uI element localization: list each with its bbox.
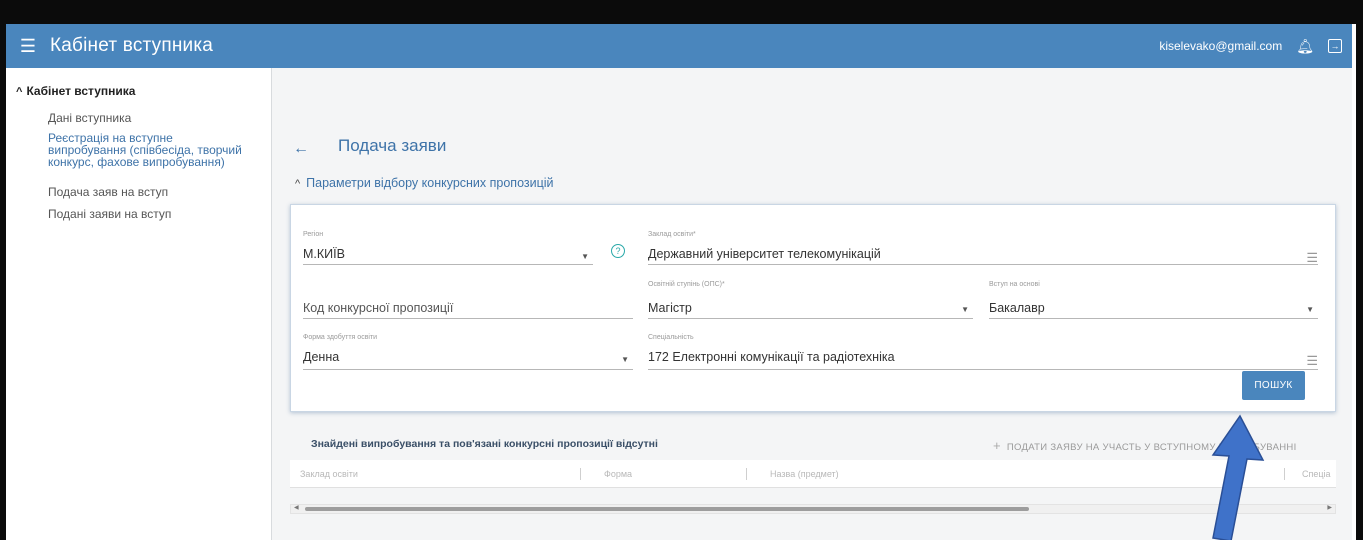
page-title: Подача заяви xyxy=(338,136,447,155)
chevron-up-icon: ^ xyxy=(16,86,23,98)
education-level-label: Освітній ступінь (ОПС)* xyxy=(648,281,725,288)
specialty-value: 172 Електронні комунікації та радіотехні… xyxy=(648,350,895,364)
institution-label: Заклад освіти* xyxy=(648,231,696,238)
vertical-scrollbar[interactable] xyxy=(1352,24,1356,540)
field-underline xyxy=(648,369,1318,370)
dropdown-arrow-icon: ▼ xyxy=(961,305,969,314)
results-table-header: Заклад освіти Форма Назва (предмет) Спец… xyxy=(290,460,1336,488)
browser-viewport: ☰ Кабінет вступника kiselevako@gmail.com… xyxy=(6,24,1356,540)
field-underline xyxy=(989,318,1318,319)
entry-basis-value: Бакалавр xyxy=(989,301,1045,315)
region-select[interactable]: Регіон М.КИЇВ ▼ xyxy=(303,231,593,265)
sidebar-header[interactable]: ^ Кабінет вступника xyxy=(16,84,135,98)
scroll-left-icon[interactable]: ◀ xyxy=(294,504,299,511)
specialty-field[interactable]: Спеціальність 172 Електронні комунікації… xyxy=(648,334,1318,370)
field-underline xyxy=(303,264,593,265)
offer-code-input[interactable]: Код конкурсної пропозиції xyxy=(303,281,633,319)
sidebar: ^ Кабінет вступника Дані вступника Реєстр… xyxy=(6,68,272,540)
section-title: Параметри відбору конкурсних пропозицій xyxy=(306,176,554,190)
sidebar-item-applicant-data[interactable]: Дані вступника xyxy=(48,112,131,124)
offer-code-placeholder: Код конкурсної пропозиції xyxy=(303,301,454,315)
entry-basis-select[interactable]: Вступ на основі Бакалавр ▼ xyxy=(989,281,1318,319)
column-divider xyxy=(1284,468,1285,480)
help-icon[interactable]: ? xyxy=(611,244,625,258)
sidebar-header-label: Кабінет вступника xyxy=(26,84,136,98)
search-parameters-panel: Регіон М.КИЇВ ▼ ? Заклад освіти* Державн… xyxy=(290,204,1336,412)
scroll-right-icon[interactable]: ▶ xyxy=(1327,504,1332,511)
menu-icon[interactable]: ☰ xyxy=(6,24,50,68)
specialty-label: Спеціальність xyxy=(648,334,694,341)
study-form-select[interactable]: Форма здобуття освіти Денна ▼ xyxy=(303,334,633,370)
entry-basis-label: Вступ на основі xyxy=(989,281,1040,288)
region-value: М.КИЇВ xyxy=(303,247,345,261)
logout-icon[interactable]: → xyxy=(1328,39,1342,53)
app-title: Кабінет вступника xyxy=(50,35,214,56)
institution-value: Державний університет телекомунікацій xyxy=(648,247,881,261)
sidebar-item-exam-registration[interactable]: Реєстрація на вступне випробування (спів… xyxy=(48,132,242,168)
app-bar: ☰ Кабінет вступника kiselevako@gmail.com… xyxy=(6,24,1356,68)
column-divider xyxy=(746,468,747,480)
chevron-up-icon: ^ xyxy=(295,178,301,190)
user-email[interactable]: kiselevako@gmail.com xyxy=(1159,39,1282,53)
institution-field[interactable]: Заклад освіти* Державний університет тел… xyxy=(648,231,1318,265)
section-toggle[interactable]: ^ Параметри відбору конкурсних пропозицій xyxy=(295,176,554,190)
field-underline xyxy=(303,369,633,370)
sidebar-item-label-line: конкурс, фахове випробування) xyxy=(48,155,225,169)
study-form-label: Форма здобуття освіти xyxy=(303,334,378,341)
education-level-value: Магістр xyxy=(648,301,692,315)
column-header[interactable]: Заклад освіти xyxy=(300,469,358,479)
back-arrow-icon[interactable]: ← xyxy=(293,140,309,158)
field-underline xyxy=(303,318,633,319)
list-icon[interactable]: ☰ xyxy=(1306,353,1318,369)
annotation-arrow-icon xyxy=(1211,414,1265,540)
dropdown-arrow-icon: ▼ xyxy=(621,355,629,364)
results-message: Знайдені випробування та пов'язані конку… xyxy=(311,438,658,450)
plus-icon: + xyxy=(993,438,1001,453)
sidebar-item-submit-applications[interactable]: Подача заяв на вступ xyxy=(48,186,168,198)
education-level-select[interactable]: Освітній ступінь (ОПС)* Магістр ▼ xyxy=(648,281,973,319)
horizontal-scrollbar[interactable]: ◀ ▶ xyxy=(290,504,1336,514)
field-underline xyxy=(648,318,973,319)
study-form-value: Денна xyxy=(303,350,340,364)
column-header[interactable]: Назва (предмет) xyxy=(770,469,839,479)
field-underline xyxy=(648,264,1318,265)
column-divider xyxy=(580,468,581,480)
dropdown-arrow-icon: ▼ xyxy=(1306,305,1314,314)
dropdown-arrow-icon: ▼ xyxy=(581,252,589,261)
column-header[interactable]: Спеціа xyxy=(1302,469,1331,479)
scrollbar-thumb[interactable] xyxy=(305,507,1029,511)
column-header[interactable]: Форма xyxy=(604,469,632,479)
app-bar-actions: kiselevako@gmail.com 🔔︎ → xyxy=(1159,24,1342,68)
sidebar-item-submitted-applications[interactable]: Подані заяви на вступ xyxy=(48,208,171,220)
region-label: Регіон xyxy=(303,231,324,238)
bell-icon[interactable]: 🔔︎ xyxy=(1296,38,1314,55)
search-button[interactable]: ПОШУК xyxy=(1242,371,1305,400)
